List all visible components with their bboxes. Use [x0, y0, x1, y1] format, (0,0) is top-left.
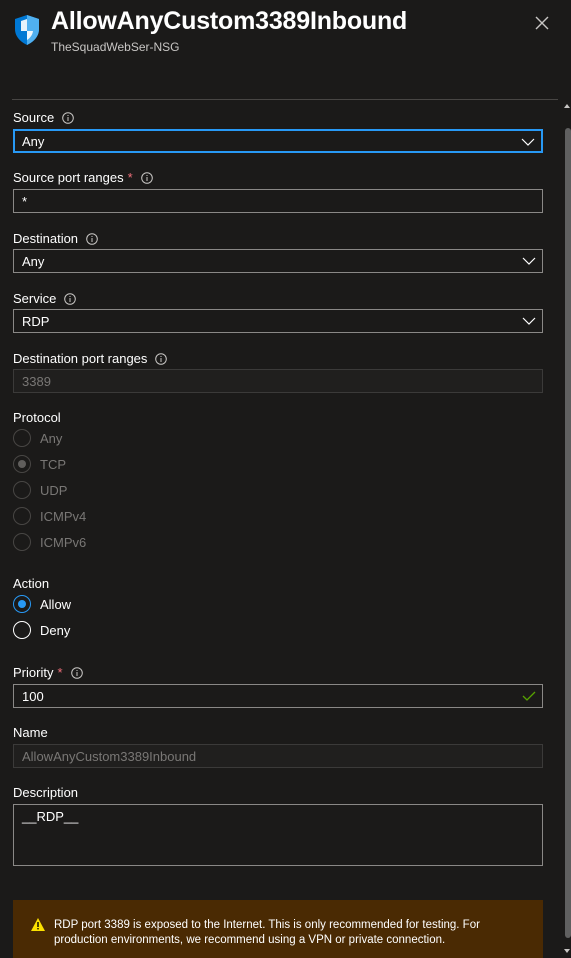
required-asterisk: * [127, 170, 133, 185]
priority-label: Priority * [13, 665, 83, 680]
description-label: Description [13, 785, 78, 800]
source-label: Source [13, 110, 75, 125]
protocol-option-label: ICMPv6 [40, 534, 87, 550]
chevron-down-icon [522, 257, 536, 265]
protocol-option-icmpv4: ICMPv4 [13, 507, 86, 525]
source-port-ranges-label-text: Source port ranges [13, 170, 124, 185]
destination-port-ranges-label: Destination port ranges [13, 351, 168, 366]
description-label-text: Description [13, 785, 79, 800]
page-subtitle: TheSquadWebSer-NSG [51, 40, 180, 54]
source-dropdown[interactable]: Any [13, 129, 543, 153]
action-label-text: Action [13, 576, 50, 591]
protocol-option-tcp: TCP [13, 455, 66, 473]
close-icon[interactable] [533, 14, 551, 32]
priority-input[interactable]: 100 [13, 684, 543, 708]
source-port-ranges-value: * [22, 193, 28, 209]
description-textarea[interactable]: __RDP__ [13, 804, 543, 866]
radio-circle [13, 533, 31, 551]
info-icon[interactable] [62, 111, 75, 124]
name-input: AllowAnyCustom3389Inbound [13, 744, 543, 768]
name-label: Name [13, 725, 48, 740]
source-port-ranges-label: Source port ranges * [13, 170, 153, 185]
protocol-label-text: Protocol [13, 410, 61, 425]
chevron-down-icon [522, 317, 536, 325]
action-option-label[interactable]: Deny [40, 623, 70, 638]
priority-value: 100 [22, 688, 44, 704]
chevron-down-icon [521, 138, 535, 146]
destination-label-text: Destination [13, 231, 79, 246]
required-asterisk: * [57, 665, 63, 680]
destination-port-ranges-value: 3389 [22, 373, 51, 389]
radio-circle[interactable] [13, 621, 31, 639]
radio-circle [13, 481, 31, 499]
scrollbar-thumb[interactable] [565, 128, 571, 938]
radio-circle-selected [13, 455, 31, 473]
scroll-down-arrow-icon[interactable] [563, 946, 571, 956]
protocol-option-icmpv6: ICMPv6 [13, 533, 86, 551]
priority-label-text: Priority [13, 665, 54, 680]
scroll-up-arrow-icon[interactable] [563, 101, 571, 111]
protocol-option-label: ICMPv4 [40, 508, 87, 524]
protocol-option-any: Any [13, 429, 62, 447]
action-option-label[interactable]: Allow [40, 597, 71, 612]
info-icon[interactable] [64, 292, 77, 305]
info-icon[interactable] [86, 232, 98, 245]
info-icon[interactable] [70, 666, 83, 679]
source-label-text: Source [13, 110, 55, 125]
action-option-deny[interactable]: Deny [13, 621, 70, 639]
service-label-text: Service [13, 291, 57, 306]
name-value: AllowAnyCustom3389Inbound [22, 748, 197, 764]
source-port-ranges-input[interactable]: * [13, 189, 543, 213]
protocol-option-label: TCP [40, 456, 66, 472]
radio-circle-selected[interactable] [13, 595, 31, 613]
destination-label: Destination [13, 231, 98, 246]
page-title: AllowAnyCustom3389Inbound [51, 7, 408, 35]
protocol-option-udp: UDP [13, 481, 67, 499]
info-icon[interactable] [140, 171, 153, 184]
source-value: Any [22, 133, 45, 149]
destination-dropdown[interactable]: Any [13, 249, 543, 273]
warning-text: RDP port 3389 is exposed to the Internet… [54, 919, 480, 946]
radio-circle [13, 507, 31, 525]
action-label: Action [13, 576, 49, 591]
header-divider [12, 99, 558, 100]
name-label-text: Name [13, 725, 48, 740]
destination-port-ranges-label-text: Destination port ranges [13, 351, 148, 366]
info-icon[interactable] [155, 352, 168, 365]
service-label: Service [13, 291, 77, 306]
service-value: RDP [22, 313, 50, 329]
warning-icon [31, 918, 45, 931]
destination-value: Any [22, 253, 45, 269]
protocol-label: Protocol [13, 410, 61, 425]
radio-circle [13, 429, 31, 447]
checkmark-icon [522, 691, 536, 701]
warning-banner: RDP port 3389 is exposed to the Internet… [13, 900, 543, 958]
protocol-option-label: Any [40, 430, 63, 446]
action-option-allow[interactable]: Allow [13, 595, 71, 613]
destination-port-ranges-input: 3389 [13, 369, 543, 393]
protocol-option-label: UDP [40, 482, 68, 498]
service-dropdown[interactable]: RDP [13, 309, 543, 333]
shield-icon [15, 15, 39, 45]
blade-header: AllowAnyCustom3389Inbound TheSquadWebSer… [0, 0, 571, 100]
description-value: __RDP__ [22, 809, 79, 824]
